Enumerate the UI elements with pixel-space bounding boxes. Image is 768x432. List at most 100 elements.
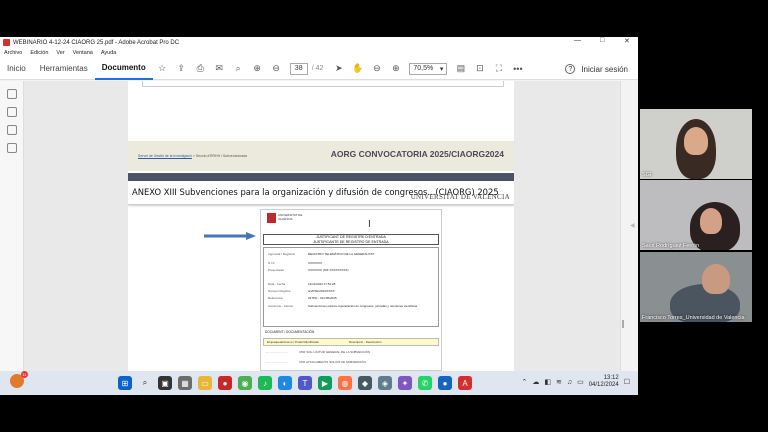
bookmark-icon[interactable] xyxy=(6,107,17,117)
firefox-icon[interactable]: ◍ xyxy=(338,376,352,390)
notification-icon[interactable]: ☐ xyxy=(624,378,630,386)
meet-icon[interactable]: ▶ xyxy=(318,376,332,390)
chevron-left-icon[interactable]: ◀ xyxy=(630,222,635,229)
row-key: Ingressat / Registrat xyxy=(268,252,295,256)
weather-widget-icon[interactable]: 11 xyxy=(10,371,28,388)
zoom-value: 70,5% xyxy=(413,65,434,72)
tab-herramientas[interactable]: Herramientas xyxy=(33,58,95,80)
participant-tile[interactable]: Sacri Rodríguez Ferrón xyxy=(640,180,752,250)
tab-inicio[interactable]: Inicio xyxy=(0,58,33,80)
menu-ayuda[interactable]: Ayuda xyxy=(101,50,117,56)
banner-title: AORG CONVOCATORIA 2025/CIAORG2024 xyxy=(330,149,504,159)
row-value: REGISTRO TELEMÁTICO DE LA GENERALITAT xyxy=(308,252,375,256)
receipt-row: Data - Fecha 13/11/2023 17:52:28 xyxy=(268,282,335,286)
menu-archivo[interactable]: Archivo xyxy=(4,50,22,56)
menu-ver[interactable]: Ver xyxy=(56,50,64,56)
scroll-handle[interactable] xyxy=(622,320,624,328)
app-blue-icon[interactable]: ● xyxy=(438,376,452,390)
row-key: Número Registre xyxy=(268,289,291,293)
page-banner: Servei de Gestió de la Investigació > Se… xyxy=(128,141,514,171)
more-button[interactable]: ••• xyxy=(512,63,523,74)
battery-icon[interactable]: ▭ xyxy=(577,378,584,386)
browser-icon[interactable]: ◐ xyxy=(278,376,292,390)
app-purple-icon[interactable]: ✦ xyxy=(398,376,412,390)
search-icon[interactable]: ⌕ xyxy=(138,376,152,390)
banner-breadcrumb: Servei de Gestió de la Investigació > Se… xyxy=(138,154,247,158)
acrobat-icon xyxy=(3,39,10,46)
page-total: / 42 xyxy=(311,65,324,72)
select-cursor-icon[interactable]: ➤ xyxy=(333,63,344,74)
acrobat-toolbar: Inicio Herramientas Documento ☆ ⇪ ⎙ ✉ ⌕ … xyxy=(0,58,638,80)
tab-documento[interactable]: Documento xyxy=(94,58,153,80)
attachment-icon[interactable] xyxy=(6,125,17,135)
search-icon[interactable]: ⌕ xyxy=(233,63,244,74)
acrobat-taskbar-icon[interactable]: A xyxy=(458,376,472,390)
star-icon[interactable]: ☆ xyxy=(157,63,168,74)
clock[interactable]: 13:12 04/12/2024 xyxy=(589,375,619,389)
fit-page-icon[interactable]: ⊡ xyxy=(474,63,485,74)
wifi-icon[interactable]: ≋ xyxy=(556,378,562,386)
zoom-select[interactable]: 70,5% ▾ xyxy=(409,62,448,75)
minimize-button[interactable]: — xyxy=(574,37,581,44)
close-button[interactable]: ✕ xyxy=(624,37,630,45)
pages-icon[interactable] xyxy=(6,89,17,99)
page-number-input[interactable]: 38 xyxy=(289,62,308,75)
hand-icon[interactable]: ✋ xyxy=(352,63,363,74)
receipt-body: Ingressat / Registrat REGISTRO TELEMÁTICO… xyxy=(263,247,439,327)
window-titlebar: WEBINARIO 4-12-24 CIAORG 25.pdf - Adobe … xyxy=(0,37,638,48)
pointer-arrow-icon xyxy=(204,232,256,240)
help-icon[interactable]: ? xyxy=(565,64,576,74)
document-canvas[interactable]: Servei de Gestió de la Investigació > Se… xyxy=(24,81,620,371)
menu-ventana[interactable]: Ventana xyxy=(73,50,93,56)
documentation-table-header: Empaquetat/Anexo / Poder/Identificatiu D… xyxy=(263,338,439,346)
email-icon[interactable]: ✉ xyxy=(214,63,225,74)
zoom-in-icon[interactable]: ⊕ xyxy=(390,63,401,74)
chevron-up-icon[interactable]: ⌃ xyxy=(521,378,527,386)
system-tray: ⌃ ☁ ◧ ≋ ♫ ▭ 13:12 04/12/2024 ☐ xyxy=(521,375,630,389)
fullscreen-icon[interactable]: ⛶ xyxy=(493,63,504,74)
signin-button[interactable]: Iniciar sesión xyxy=(581,65,628,74)
print-icon[interactable]: ⎙ xyxy=(195,63,206,74)
app-grey-icon[interactable]: ◈ xyxy=(378,376,392,390)
banner-link[interactable]: Servei de Gestió de la Investigació xyxy=(138,154,192,158)
app-tray-icon[interactable]: ◧ xyxy=(544,378,551,386)
participant-tile[interactable]: Francisco Torres_Universidad de Valencia xyxy=(640,252,752,322)
participant-name: Francisco Torres_Universidad de Valencia xyxy=(642,315,745,321)
row-value: 24TPD - 01/105/2025 xyxy=(308,296,337,300)
receipt-row: Ingressat / Registrat REGISTRO TELEMÁTICO… xyxy=(268,252,374,256)
receipt-header-line2: JUSTIFICANTE DE REGISTRO DE ENTRADA xyxy=(313,239,389,244)
row-key: Presentador xyxy=(268,268,285,272)
maximize-button[interactable]: □ xyxy=(600,37,604,44)
pdf-page: Servei de Gestió de la Investigació > Se… xyxy=(128,81,514,371)
task-view-icon[interactable]: ▣ xyxy=(158,376,172,390)
upload-icon[interactable]: ⇪ xyxy=(176,63,187,74)
start-icon[interactable]: ⊞ xyxy=(118,376,132,390)
page-down-icon[interactable]: ⊖ xyxy=(271,63,282,74)
shared-screen: WEBINARIO 4-12-24 CIAORG 25.pdf - Adobe … xyxy=(0,37,638,395)
row-value: XXXXXXX xyxy=(308,261,323,265)
annex-heading-band: ANEXO XIII Subvenciones para la organiza… xyxy=(128,181,514,205)
zoom-out-icon[interactable]: ⊖ xyxy=(371,63,382,74)
teams-icon[interactable]: T xyxy=(298,376,312,390)
virtualbox-icon[interactable]: ◆ xyxy=(358,376,372,390)
doc-col-right: Descripció - Descripción xyxy=(349,340,382,344)
file-explorer-icon[interactable]: ▭ xyxy=(198,376,212,390)
row-key: Assumpte - Asunto xyxy=(268,304,294,308)
app-red-icon[interactable]: ● xyxy=(218,376,232,390)
taskbar-apps: ⊞ ⌕ ▣ ▦ ▭ ● ◉ ♪ ◐ T ▶ ◍ ◆ ◈ ✦ ✆ ● A xyxy=(118,376,472,390)
widgets-icon[interactable]: ▦ xyxy=(178,376,192,390)
cloud-icon[interactable]: ☁ xyxy=(532,378,539,386)
scan-icon[interactable]: ▤ xyxy=(455,63,466,74)
row-value: Subvenciones para la organización de con… xyxy=(308,304,418,308)
page-up-icon[interactable]: ⊕ xyxy=(252,63,263,74)
menu-edicion[interactable]: Edición xyxy=(30,50,48,56)
windows-taskbar: 11 ⊞ ⌕ ▣ ▦ ▭ ● ◉ ♪ ◐ T ▶ ◍ ◆ ◈ ✦ ✆ ● A ⌃… xyxy=(0,371,638,395)
layers-icon[interactable] xyxy=(6,143,17,153)
participant-tile[interactable]: SGI xyxy=(640,109,752,179)
row-key: Referència xyxy=(268,296,283,300)
row-key: Data - Fecha xyxy=(268,282,286,286)
speaker-icon[interactable]: ♫ xyxy=(567,379,572,386)
whatsapp-icon[interactable]: ✆ xyxy=(418,376,432,390)
spotify-icon[interactable]: ♪ xyxy=(258,376,272,390)
chrome-icon[interactable]: ◉ xyxy=(238,376,252,390)
